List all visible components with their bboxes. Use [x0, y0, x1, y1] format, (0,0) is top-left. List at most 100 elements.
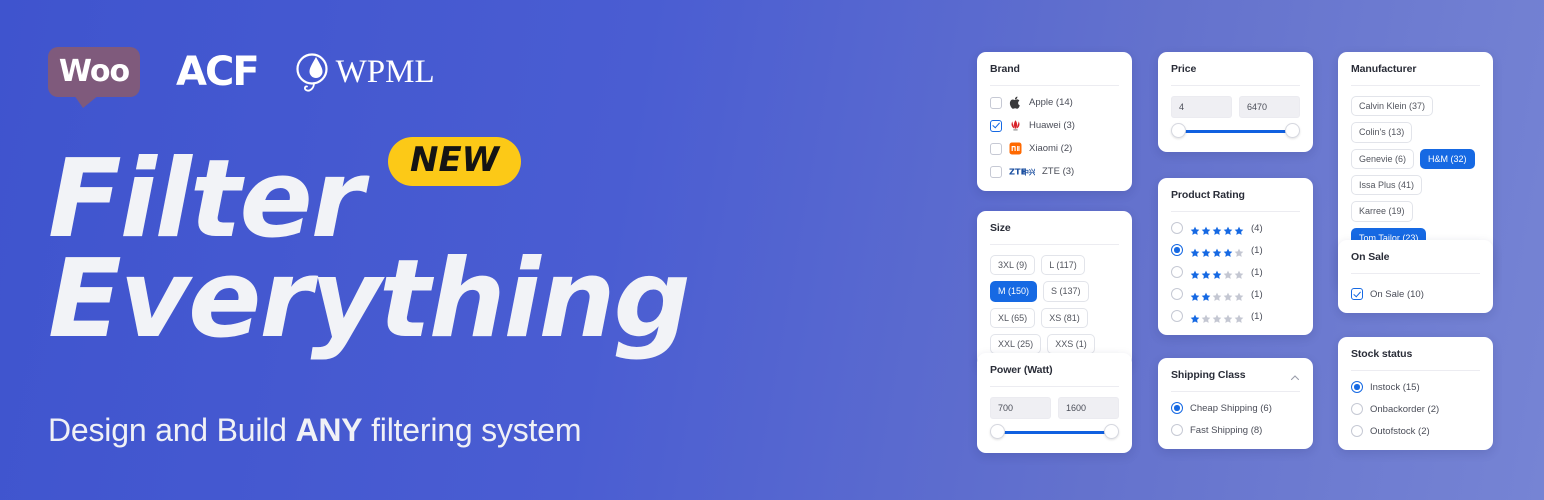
radio-onbackorder[interactable] [1351, 403, 1363, 415]
brand-option-huawei-label: Huawei (3) [1029, 120, 1075, 131]
price-slider-handle-min[interactable] [1171, 123, 1186, 138]
chevron-up-icon[interactable] [1290, 370, 1300, 381]
rating-option-2[interactable]: (1) [1171, 288, 1300, 301]
checkbox-xiaomi[interactable] [990, 142, 1002, 155]
stock-option-outofstock-label: Outofstock (2) [1370, 425, 1430, 437]
size-pill[interactable]: 3XL (9) [990, 255, 1036, 276]
brand-option-apple-label: Apple (14) [1029, 97, 1073, 108]
size-pill[interactable]: XXS (1) [1047, 334, 1095, 355]
stock-option-outofstock[interactable]: Outofstock (2) [1351, 425, 1480, 437]
power-min-input[interactable]: 700 [990, 397, 1051, 419]
power-slider-handle-min[interactable] [990, 424, 1005, 439]
checkbox-zte[interactable] [990, 165, 1002, 178]
panel-product-rating-options: (4) (1) (1) (1) (1) [1171, 222, 1300, 323]
panel-size: Size 3XL (9) L (117) M (150) S (137) XL … [977, 211, 1132, 368]
panel-on-sale-title: On Sale [1351, 251, 1390, 263]
manufacturer-pill[interactable]: Colin's (13) [1351, 122, 1413, 143]
size-pill[interactable]: XL (65) [990, 307, 1036, 329]
brand-option-huawei[interactable]: Huawei (3) [990, 119, 1119, 132]
rating-count-4: (1) [1251, 244, 1263, 256]
panel-on-sale-options: On Sale (10) [1351, 288, 1480, 300]
radio-rating-2[interactable] [1171, 288, 1183, 300]
brand-option-xiaomi[interactable]: Xiaomi (2) [990, 142, 1119, 155]
power-range-slider[interactable] [990, 424, 1119, 440]
price-range-inputs: 4 6470 [1171, 96, 1300, 118]
manufacturer-pill[interactable]: Karree (19) [1351, 201, 1413, 222]
power-slider-handle-max[interactable] [1104, 424, 1119, 439]
panel-shipping-class-options: Cheap Shipping (6) Fast Shipping (8) [1171, 402, 1300, 436]
checkbox-apple[interactable] [990, 96, 1002, 109]
power-max-input[interactable]: 1600 [1058, 397, 1119, 419]
panel-manufacturer-title: Manufacturer [1351, 63, 1417, 75]
brand-option-xiaomi-label: Xiaomi (2) [1029, 143, 1073, 154]
manufacturer-pill[interactable]: Issa Plus (41) [1351, 175, 1423, 196]
rating-option-1[interactable]: (1) [1171, 310, 1300, 323]
panel-manufacturer-header: Manufacturer [1351, 63, 1480, 86]
size-pill[interactable]: L (117) [1041, 255, 1085, 276]
stock-option-instock-label: Instock (15) [1370, 381, 1420, 393]
radio-rating-5[interactable] [1171, 222, 1183, 234]
panel-power: Power (Watt) 700 1600 [977, 353, 1132, 453]
power-range-inputs: 700 1600 [990, 397, 1119, 419]
panel-shipping-class-header[interactable]: Shipping Class [1171, 369, 1300, 392]
price-slider-handle-max[interactable] [1285, 123, 1300, 138]
stock-option-onbackorder[interactable]: Onbackorder (2) [1351, 403, 1480, 415]
checkbox-huawei[interactable] [990, 119, 1002, 132]
panel-price: Price 4 6470 [1158, 52, 1313, 152]
panel-shipping-class: Shipping Class Cheap Shipping (6) Fast S… [1158, 358, 1313, 449]
price-max-input[interactable]: 6470 [1239, 96, 1300, 118]
stock-option-instock[interactable]: Instock (15) [1351, 381, 1480, 393]
panel-power-header: Power (Watt) [990, 364, 1119, 387]
panel-brand-title: Brand [990, 63, 1020, 75]
panel-on-sale-header: On Sale [1351, 251, 1480, 274]
rating-option-4[interactable]: (1) [1171, 244, 1300, 257]
rating-option-3[interactable]: (1) [1171, 266, 1300, 279]
panel-stock-status: Stock status Instock (15) Onbackorder (2… [1338, 337, 1493, 450]
brand-option-zte[interactable]: ZTE 中兴 ZTE (3) [990, 165, 1119, 178]
power-slider-track [998, 431, 1111, 434]
stars-1 [1190, 311, 1244, 323]
zte-icon: ZTE 中兴 [1009, 165, 1036, 178]
manufacturer-pill[interactable]: Genevie (6) [1351, 148, 1415, 170]
brand-option-apple[interactable]: Apple (14) [990, 96, 1119, 109]
xiaomi-icon [1009, 142, 1022, 155]
manufacturer-pill[interactable]: H&M (32) [1420, 148, 1475, 170]
radio-rating-3[interactable] [1171, 266, 1183, 278]
panel-size-header: Size [990, 222, 1119, 245]
price-range-slider[interactable] [1171, 123, 1300, 139]
radio-rating-1[interactable] [1171, 310, 1183, 322]
shipping-option-fast[interactable]: Fast Shipping (8) [1171, 424, 1300, 436]
manufacturer-pill[interactable]: Calvin Klein (37) [1351, 96, 1434, 117]
size-pill[interactable]: S (137) [1043, 281, 1089, 302]
radio-rating-4[interactable] [1171, 244, 1183, 256]
stars-5 [1190, 223, 1244, 235]
radio-outofstock[interactable] [1351, 425, 1363, 437]
radio-instock[interactable] [1351, 381, 1363, 393]
checkbox-on-sale[interactable] [1351, 288, 1363, 300]
panel-stock-status-title: Stock status [1351, 348, 1413, 360]
size-pill[interactable]: M (150) [990, 281, 1038, 302]
panel-brand: Brand Apple (14) Huawei (3) Xiaomi (2) Z… [977, 52, 1132, 191]
shipping-option-cheap[interactable]: Cheap Shipping (6) [1171, 402, 1300, 414]
shipping-option-fast-label: Fast Shipping (8) [1190, 424, 1263, 436]
size-pill[interactable]: XXL (25) [990, 334, 1042, 355]
size-pill[interactable]: XS (81) [1041, 307, 1088, 329]
panel-price-header: Price [1171, 63, 1300, 86]
panel-product-rating: Product Rating (4) (1) (1) (1) (1) [1158, 178, 1313, 335]
stock-option-onbackorder-label: Onbackorder (2) [1370, 403, 1440, 415]
on-sale-option[interactable]: On Sale (10) [1351, 288, 1480, 300]
stars-2 [1190, 289, 1244, 301]
stars-3 [1190, 267, 1244, 279]
radio-fast-shipping[interactable] [1171, 424, 1183, 436]
panel-product-rating-title: Product Rating [1171, 189, 1245, 201]
panel-size-title: Size [990, 222, 1011, 234]
price-min-input[interactable]: 4 [1171, 96, 1232, 118]
panel-brand-header: Brand [990, 63, 1119, 86]
rating-count-3: (1) [1251, 266, 1263, 278]
filter-panels: Brand Apple (14) Huawei (3) Xiaomi (2) Z… [0, 0, 1544, 500]
panel-size-options: 3XL (9) L (117) M (150) S (137) XL (65) … [990, 255, 1119, 355]
price-slider-track [1179, 130, 1292, 133]
rating-option-5[interactable]: (4) [1171, 222, 1300, 235]
panel-product-rating-header: Product Rating [1171, 189, 1300, 212]
radio-cheap-shipping[interactable] [1171, 402, 1183, 414]
